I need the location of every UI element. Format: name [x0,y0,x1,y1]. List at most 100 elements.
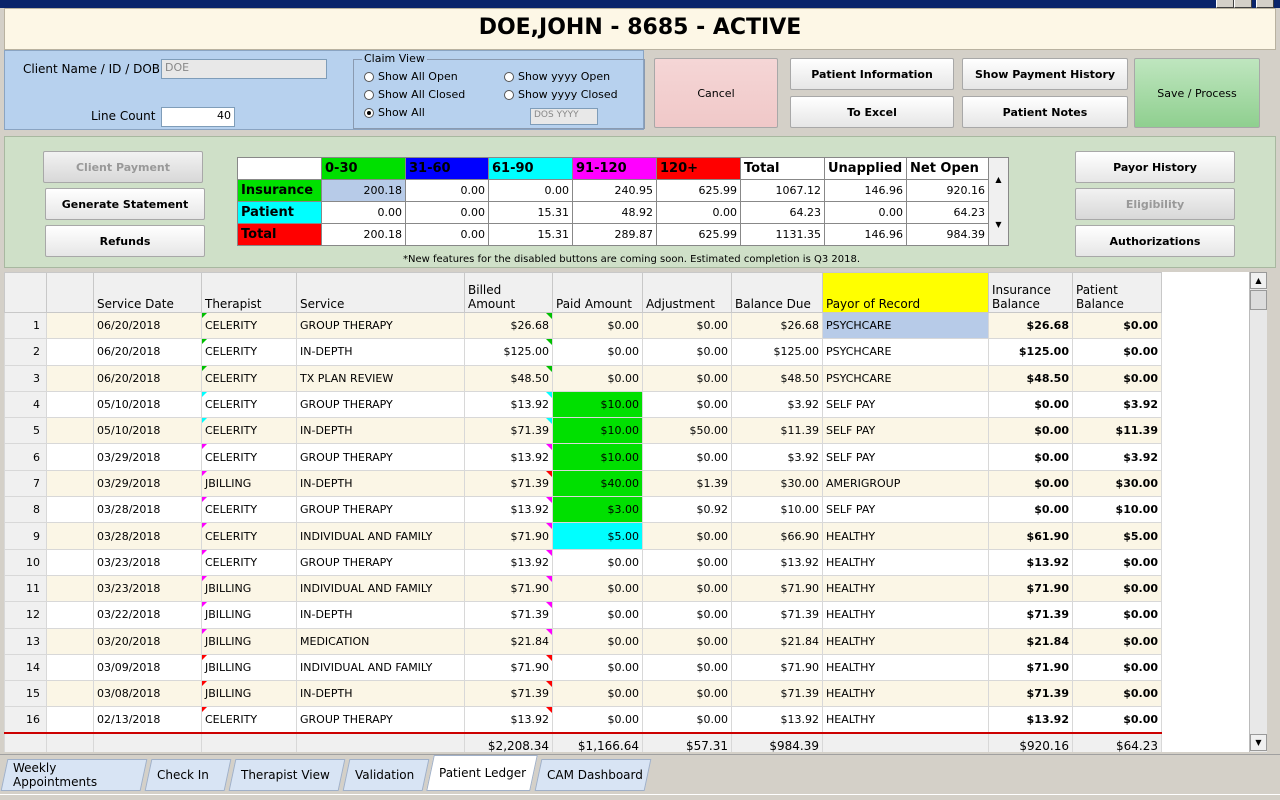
service-date-cell[interactable]: 03/28/2018 [93,522,202,550]
save-process-button[interactable]: Save / Process [1134,58,1260,128]
row-number-cell[interactable]: 1 [4,311,47,340]
service-date-cell[interactable]: 06/20/2018 [93,364,202,392]
balance-due-cell[interactable]: $13.92 [731,548,823,576]
service-cell[interactable]: GROUP THERAPY [296,443,465,471]
paid-amount-cell[interactable]: $10.00 [552,417,643,445]
service-cell[interactable]: IN-DEPTH [296,338,465,366]
flag-cell[interactable] [46,443,94,471]
insurance-balance-cell[interactable]: $71.39 [988,601,1073,629]
insurance-balance-cell[interactable]: $0.00 [988,443,1073,471]
maximize-icon[interactable] [1234,0,1252,8]
radio-show-all-closed[interactable]: Show All Closed [364,88,465,101]
row-number-cell[interactable]: 8 [4,496,47,524]
flag-cell[interactable] [46,706,94,734]
paid-amount-cell[interactable]: $0.00 [552,680,643,708]
balance-due-cell[interactable]: $125.00 [731,338,823,366]
balance-due-cell[interactable]: $71.90 [731,574,823,603]
col-header-service[interactable]: Service [296,272,465,313]
adjustment-cell[interactable]: $1.39 [642,469,732,498]
row-number-cell[interactable]: 2 [4,338,47,366]
col-header-payor-of-record[interactable]: Payor of Record [822,272,989,313]
cancel-button[interactable]: Cancel [654,58,778,128]
tab-therapist-view[interactable]: Therapist View [228,759,346,791]
paid-amount-cell[interactable]: $0.00 [552,601,643,629]
payor-cell[interactable]: HEALTHY [822,680,989,708]
col-header-patient-balance[interactable]: Patient Balance [1072,272,1162,313]
service-date-cell[interactable]: 03/29/2018 [93,469,202,498]
balance-due-cell[interactable]: $71.90 [731,653,823,682]
row-number-cell[interactable]: 9 [4,522,47,550]
balance-due-cell[interactable]: $21.84 [731,627,823,655]
insurance-balance-cell[interactable]: $0.00 [988,496,1073,524]
service-cell[interactable]: GROUP THERAPY [296,311,465,340]
billed-amount-cell[interactable]: $13.92 [464,496,553,524]
service-date-cell[interactable]: 03/23/2018 [93,548,202,576]
client-name-field[interactable]: DOE [161,59,327,79]
service-cell[interactable]: INDIVIDUAL AND FAMILY [296,653,465,682]
therapist-cell[interactable]: CELERITY [201,311,297,340]
adjustment-cell[interactable]: $0.00 [642,548,732,576]
insurance-balance-cell[interactable]: $0.00 [988,417,1073,445]
service-date-cell[interactable]: 06/20/2018 [93,311,202,340]
paid-amount-cell[interactable]: $0.00 [552,311,643,340]
paid-amount-cell[interactable]: $0.00 [552,706,643,734]
row-number-cell[interactable]: 13 [4,627,47,655]
paid-amount-cell[interactable]: $10.00 [552,443,643,471]
billed-amount-cell[interactable]: $71.39 [464,417,553,445]
insurance-balance-cell[interactable]: $21.84 [988,627,1073,655]
adjustment-cell[interactable]: $0.00 [642,680,732,708]
eligibility-button[interactable]: Eligibility [1075,188,1235,220]
payor-cell[interactable]: SELF PAY [822,417,989,445]
patient-balance-cell[interactable]: $0.00 [1072,601,1162,629]
balance-due-cell[interactable]: $11.39 [731,417,823,445]
table-row[interactable]: 4 05/10/2018 CELERITY GROUP THERAPY $13.92 $1… [4,390,1162,419]
billed-amount-cell[interactable]: $21.84 [464,627,553,655]
client-payment-button[interactable]: Client Payment [43,151,203,183]
flag-cell[interactable] [46,548,94,576]
patient-balance-cell[interactable]: $0.00 [1072,680,1162,708]
row-number-cell[interactable]: 16 [4,706,47,734]
row-number-cell[interactable]: 7 [4,469,47,498]
billed-amount-cell[interactable]: $13.92 [464,443,553,471]
generate-statement-button[interactable]: Generate Statement [45,188,205,220]
balance-due-cell[interactable]: $71.39 [731,680,823,708]
tab-cam-dashboard[interactable]: CAM Dashboard [534,759,652,791]
service-cell[interactable]: IN-DEPTH [296,601,465,629]
aging-scrollbar[interactable]: ▲ ▼ [988,157,1009,246]
radio-show-yyyy-closed[interactable]: Show yyyy Closed [504,88,618,101]
payor-cell[interactable]: SELF PAY [822,390,989,419]
paid-amount-cell[interactable]: $0.00 [552,338,643,366]
payor-cell[interactable]: SELF PAY [822,443,989,471]
payor-cell[interactable]: HEALTHY [822,548,989,576]
service-date-cell[interactable]: 03/22/2018 [93,601,202,629]
adjustment-cell[interactable]: $0.00 [642,601,732,629]
payor-cell[interactable]: SELF PAY [822,496,989,524]
service-date-cell[interactable]: 05/10/2018 [93,390,202,419]
balance-due-cell[interactable]: $71.39 [731,601,823,629]
patient-balance-cell[interactable]: $0.00 [1072,574,1162,603]
therapist-cell[interactable]: JBILLING [201,469,297,498]
flag-cell[interactable] [46,574,94,603]
table-row[interactable]: 15 03/08/2018 JBILLING IN-DEPTH $71.39 $0.00 $… [4,680,1162,708]
insurance-balance-cell[interactable]: $13.92 [988,706,1073,734]
radio-show-yyyy-open[interactable]: Show yyyy Open [504,70,610,83]
service-cell[interactable]: IN-DEPTH [296,680,465,708]
scroll-thumb[interactable] [1250,290,1267,310]
col-header-service-date[interactable]: Service Date [93,272,202,313]
table-row[interactable]: 3 06/20/2018 CELERITY TX PLAN REVIEW $48.50 $… [4,364,1162,392]
patient-balance-cell[interactable]: $3.92 [1072,443,1162,471]
row-number-cell[interactable]: 10 [4,548,47,576]
service-date-cell[interactable]: 03/20/2018 [93,627,202,655]
col-header-balance-due[interactable]: Balance Due [731,272,823,313]
therapist-cell[interactable]: JBILLING [201,653,297,682]
patient-balance-cell[interactable]: $0.00 [1072,706,1162,734]
col-header-insurance-balance[interactable]: Insurance Balance [988,272,1073,313]
service-date-cell[interactable]: 03/23/2018 [93,574,202,603]
radio-show-all-open[interactable]: Show All Open [364,70,458,83]
paid-amount-cell[interactable]: $10.00 [552,390,643,419]
table-row[interactable]: 12 03/22/2018 JBILLING IN-DEPTH $71.39 $0.00 $… [4,601,1162,629]
adjustment-cell[interactable]: $0.00 [642,706,732,734]
adjustment-cell[interactable]: $0.00 [642,522,732,550]
table-row[interactable]: 9 03/28/2018 CELERITY INDIVIDUAL AND FAMILY… [4,522,1162,550]
tab-validation[interactable]: Validation [342,759,430,791]
